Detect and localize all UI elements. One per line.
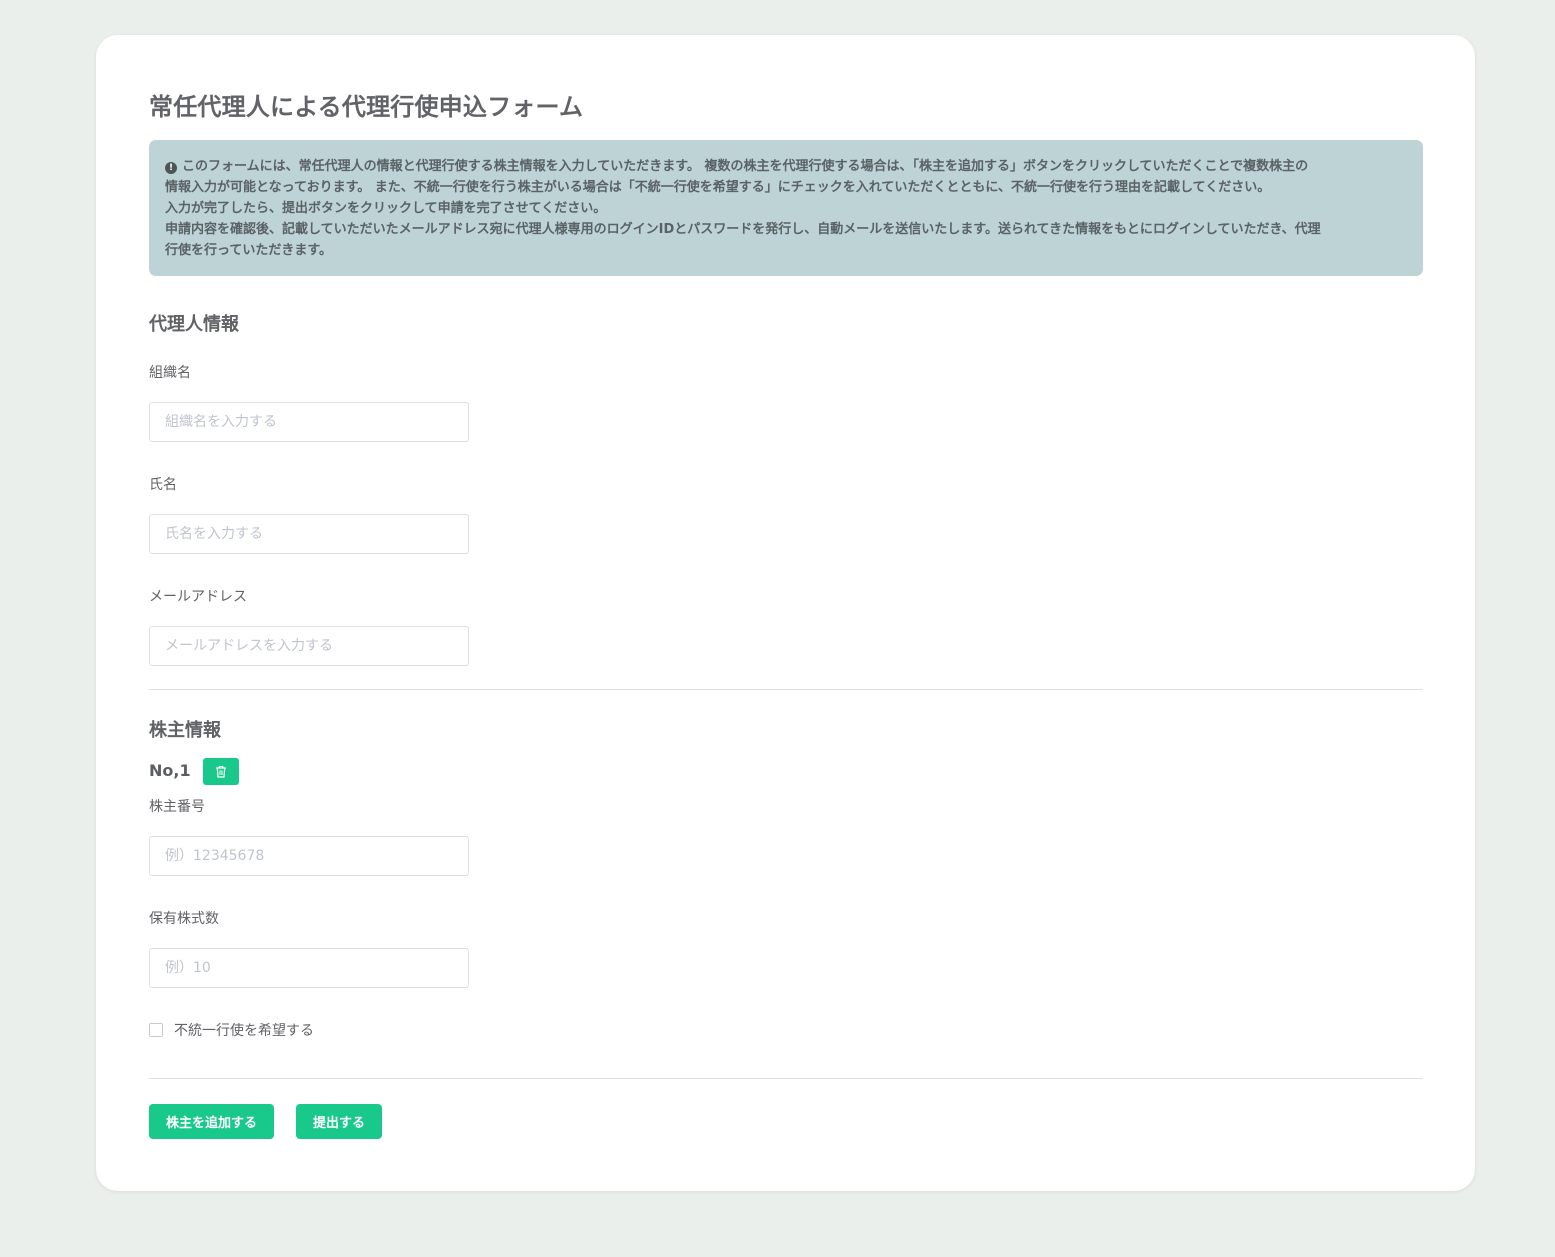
agent-section-title: 代理人情報: [149, 314, 239, 335]
org-name-label: 組織名: [149, 365, 191, 381]
email-label: メールアドレス: [149, 589, 247, 605]
form-card: 常任代理人による代理行使申込フォーム ! このフォームには、常任代理人の情報と代理…: [96, 35, 1475, 1191]
notice-line-5: 行使を行っていただきます。: [165, 243, 333, 258]
delete-shareholder-button[interactable]: [203, 758, 239, 785]
trash-icon: [216, 766, 226, 778]
email-input[interactable]: [149, 626, 469, 666]
notice-line-2: 情報入力が可能となっております。 また、不統一行使を行う株主がいる場合は「不統一…: [165, 180, 1271, 195]
shares-held-input[interactable]: [149, 948, 469, 988]
full-name-input[interactable]: [149, 514, 469, 554]
nonuniform-checkbox-label: 不統一行使を希望する: [174, 1023, 314, 1039]
notice-line-3: 入力が完了したら、提出ボタンをクリックして申請を完了させてください。: [165, 201, 607, 216]
notice-line-4: 申請内容を確認後、記載していただいたメールアドレス宛に代理人様専用のログインID…: [165, 222, 1321, 237]
shares-held-label: 保有株式数: [149, 911, 219, 927]
exclamation-circle-icon: !: [165, 162, 177, 174]
shareholder-section-title: 株主情報: [149, 720, 221, 741]
shareholder-number-input[interactable]: [149, 836, 469, 876]
page-title: 常任代理人による代理行使申込フォーム: [149, 93, 584, 121]
nonuniform-checkbox[interactable]: [149, 1023, 163, 1037]
submit-button[interactable]: 提出する: [296, 1104, 383, 1139]
add-shareholder-button[interactable]: 株主を追加する: [149, 1104, 275, 1139]
nonuniform-checkbox-row[interactable]: 不統一行使を希望する: [149, 1020, 314, 1040]
notice-line-1: ! このフォームには、常任代理人の情報と代理行使する株主情報を入力していただきます…: [165, 156, 1407, 177]
section-divider: [149, 689, 1423, 690]
shareholder-number-label: 株主番号: [149, 799, 205, 815]
notice-box: ! このフォームには、常任代理人の情報と代理行使する株主情報を入力していただきます…: [149, 140, 1423, 276]
org-name-input[interactable]: [149, 402, 469, 442]
actions-divider: [149, 1078, 1423, 1079]
full-name-label: 氏名: [149, 477, 177, 493]
shareholder-entry-number: No,1: [149, 761, 191, 780]
